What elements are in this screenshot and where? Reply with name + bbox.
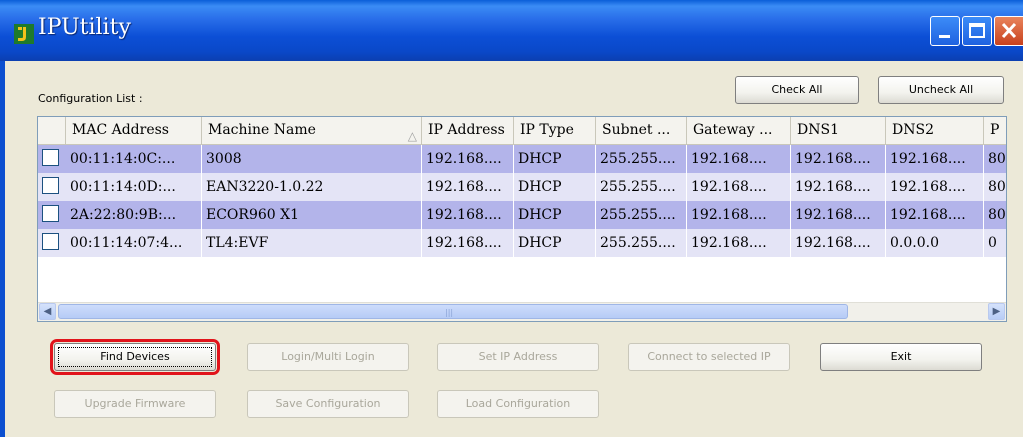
minimize-button[interactable] (930, 16, 960, 46)
sort-triangle-icon: △ (407, 129, 417, 143)
dns2-cell: 192.168.... (886, 173, 984, 201)
column-header-mac[interactable]: MAC Address (66, 117, 202, 144)
set-ip-address-button[interactable]: Set IP Address (437, 343, 599, 371)
configuration-list-label: Configuration List : (38, 92, 143, 105)
dns1-cell: 192.168.... (791, 173, 886, 201)
gateway-cell: 192.168.... (687, 229, 791, 257)
column-header-port[interactable]: P (984, 117, 1006, 144)
machine-name-cell: 3008 (202, 145, 422, 173)
dns2-cell: 192.168.... (886, 145, 984, 173)
ip-type-cell: DHCP (514, 229, 596, 257)
row-checkbox[interactable] (42, 205, 59, 222)
maximize-icon (969, 23, 985, 38)
scroll-right-button[interactable]: ▶ (988, 303, 1005, 320)
ip-type-cell: DHCP (514, 145, 596, 173)
list-header: MAC Address Machine Name △ IP Address IP… (38, 117, 1006, 145)
dns1-cell: 192.168.... (791, 145, 886, 173)
row-checkbox[interactable] (42, 149, 59, 166)
subnet-cell: 255.255.... (596, 145, 687, 173)
minimize-icon (939, 35, 950, 38)
maximize-button[interactable] (962, 16, 992, 46)
horizontal-scrollbar[interactable]: ◀ ||| ▶ (38, 302, 1006, 321)
dns1-cell: 192.168.... (791, 229, 886, 257)
port-cell: 0 (984, 229, 1006, 257)
close-icon (1001, 22, 1017, 39)
mac-address-cell: 00:11:14:0D:... (66, 173, 202, 201)
subnet-cell: 255.255.... (596, 229, 687, 257)
column-header-dns1[interactable]: DNS1 (791, 117, 886, 144)
column-header-machine-name[interactable]: Machine Name △ (202, 117, 422, 144)
connect-selected-ip-button[interactable]: Connect to selected IP (628, 343, 790, 371)
column-header-machine-name-label: Machine Name (208, 122, 316, 138)
ip-type-cell: DHCP (514, 201, 596, 229)
scrollbar-grip-icon: ||| (445, 308, 454, 317)
window-title: IPUtility (38, 15, 131, 40)
check-all-button[interactable]: Check All (735, 76, 859, 104)
ip-utility-window: IPUtility Configuration List : Check All… (0, 0, 1023, 437)
table-row[interactable]: 00:11:14:07:4... TL4:EVF 192.168.... DHC… (38, 229, 1006, 257)
subnet-cell: 255.255.... (596, 201, 687, 229)
scroll-left-icon: ◀ (43, 306, 52, 317)
scrollbar-thumb[interactable]: ||| (58, 304, 848, 319)
gateway-cell: 192.168.... (687, 201, 791, 229)
column-header-subnet[interactable]: Subnet ... (596, 117, 687, 144)
table-row[interactable]: 00:11:14:0C:... 3008 192.168.... DHCP 25… (38, 145, 1006, 173)
scroll-right-icon: ▶ (992, 306, 1001, 317)
port-cell: 80 (984, 145, 1006, 173)
load-configuration-button[interactable]: Load Configuration (437, 390, 599, 418)
column-header-ip-type[interactable]: IP Type (514, 117, 596, 144)
column-header-gateway[interactable]: Gateway ... (687, 117, 791, 144)
mac-address-cell: 00:11:14:0C:... (66, 145, 202, 173)
table-row[interactable]: 00:11:14:0D:... EAN3220-1.0.22 192.168..… (38, 173, 1006, 201)
subnet-cell: 255.255.... (596, 173, 687, 201)
dns1-cell: 192.168.... (791, 201, 886, 229)
port-cell: 80 (984, 201, 1006, 229)
ip-address-cell: 192.168.... (422, 173, 514, 201)
machine-name-cell: EAN3220-1.0.22 (202, 173, 422, 201)
save-configuration-button[interactable]: Save Configuration (247, 390, 409, 418)
ip-type-cell: DHCP (514, 173, 596, 201)
app-logo-icon (14, 24, 34, 44)
login-button[interactable]: Login/Multi Login (247, 343, 409, 371)
mac-address-cell: 00:11:14:07:4... (66, 229, 202, 257)
column-header-dns2[interactable]: DNS2 (886, 117, 984, 144)
machine-name-cell: TL4:EVF (202, 229, 422, 257)
row-checkbox[interactable] (42, 177, 59, 194)
scroll-left-button[interactable]: ◀ (39, 303, 56, 320)
column-header-ip-address[interactable]: IP Address (422, 117, 514, 144)
dns2-cell: 0.0.0.0 (886, 229, 984, 257)
configuration-list[interactable]: MAC Address Machine Name △ IP Address IP… (37, 116, 1007, 322)
table-row[interactable]: 2A:22:80:9B:... ECOR960 X1 192.168.... D… (38, 201, 1006, 229)
dns2-cell: 192.168.... (886, 201, 984, 229)
ip-address-cell: 192.168.... (422, 145, 514, 173)
row-checkbox[interactable] (42, 233, 59, 250)
exit-button[interactable]: Exit (820, 343, 982, 371)
ip-address-cell: 192.168.... (422, 229, 514, 257)
ip-address-cell: 192.168.... (422, 201, 514, 229)
gateway-cell: 192.168.... (687, 145, 791, 173)
title-bar[interactable]: IPUtility (0, 0, 1023, 61)
mac-address-cell: 2A:22:80:9B:... (66, 201, 202, 229)
gateway-cell: 192.168.... (687, 173, 791, 201)
close-button[interactable] (994, 16, 1023, 46)
uncheck-all-button[interactable]: Uncheck All (878, 76, 1004, 104)
find-devices-button[interactable]: Find Devices (50, 339, 220, 375)
machine-name-cell: ECOR960 X1 (202, 201, 422, 229)
upgrade-firmware-button[interactable]: Upgrade Firmware (54, 390, 216, 418)
window-frame-left (0, 61, 5, 437)
find-devices-label: Find Devices (58, 347, 212, 367)
port-cell: 80 (984, 173, 1006, 201)
checkbox-column-header[interactable] (38, 117, 66, 144)
